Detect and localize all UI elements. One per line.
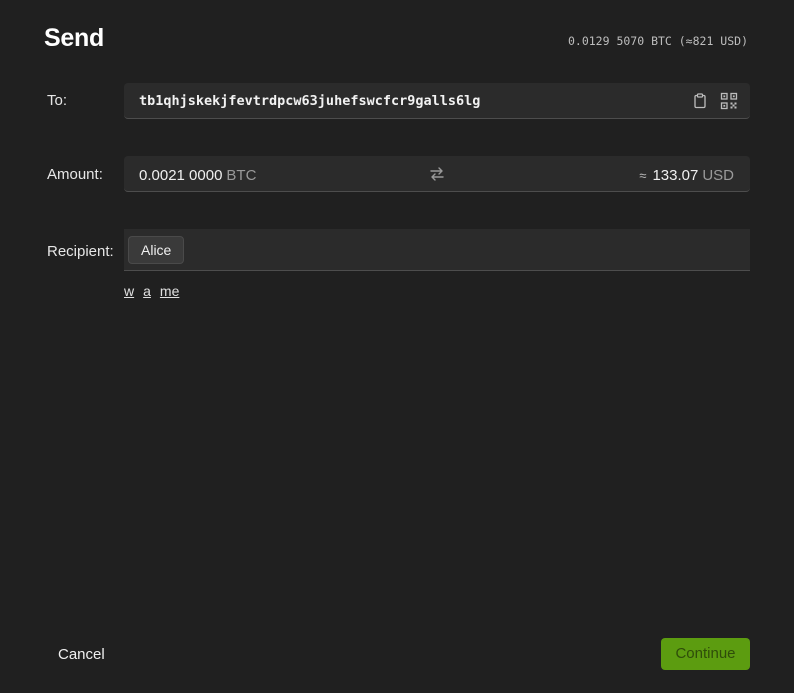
address-input[interactable]: tb1qhjskekjfevtrdpcw63juhefswcfcr9galls6… [139, 93, 480, 109]
btc-amount-input[interactable]: 0.0021 0000 BTC [139, 167, 256, 184]
address-field[interactable]: tb1qhjskekjfevtrdpcw63juhefswcfcr9galls6… [124, 83, 750, 119]
wallet-balance: 0.0129 5070 BTC (≈821 USD) [567, 34, 748, 48]
approx-sign: ≈ [639, 168, 647, 183]
recipient-label: Recipient: [47, 243, 114, 260]
fiat-amount: ≈133.07 USD [639, 167, 734, 184]
qr-code-icon[interactable] [720, 92, 738, 110]
clipboard-icon[interactable] [691, 92, 709, 110]
recipient-field[interactable]: Alice [124, 229, 750, 271]
suggestion-item[interactable]: w [124, 283, 134, 299]
continue-button[interactable]: Continue [661, 638, 750, 670]
suggestion-item[interactable]: me [160, 283, 179, 299]
suggestion-item[interactable]: a [143, 283, 151, 299]
to-label: To: [47, 92, 68, 109]
fiat-unit: USD [702, 167, 734, 184]
fiat-value: 133.07 [652, 167, 699, 184]
recipient-chip[interactable]: Alice [128, 236, 185, 264]
amount-label: Amount: [47, 166, 103, 183]
swap-arrows-icon[interactable] [428, 165, 446, 183]
cancel-button[interactable]: Cancel [58, 646, 105, 663]
btc-unit: BTC [226, 167, 257, 184]
recipient-suggestions: w a me [124, 283, 188, 299]
amount-field[interactable]: 0.0021 0000 BTC ≈133.07 USD [124, 156, 750, 192]
page-title: Send [44, 24, 104, 52]
btc-amount-value: 0.0021 0000 [139, 167, 223, 184]
